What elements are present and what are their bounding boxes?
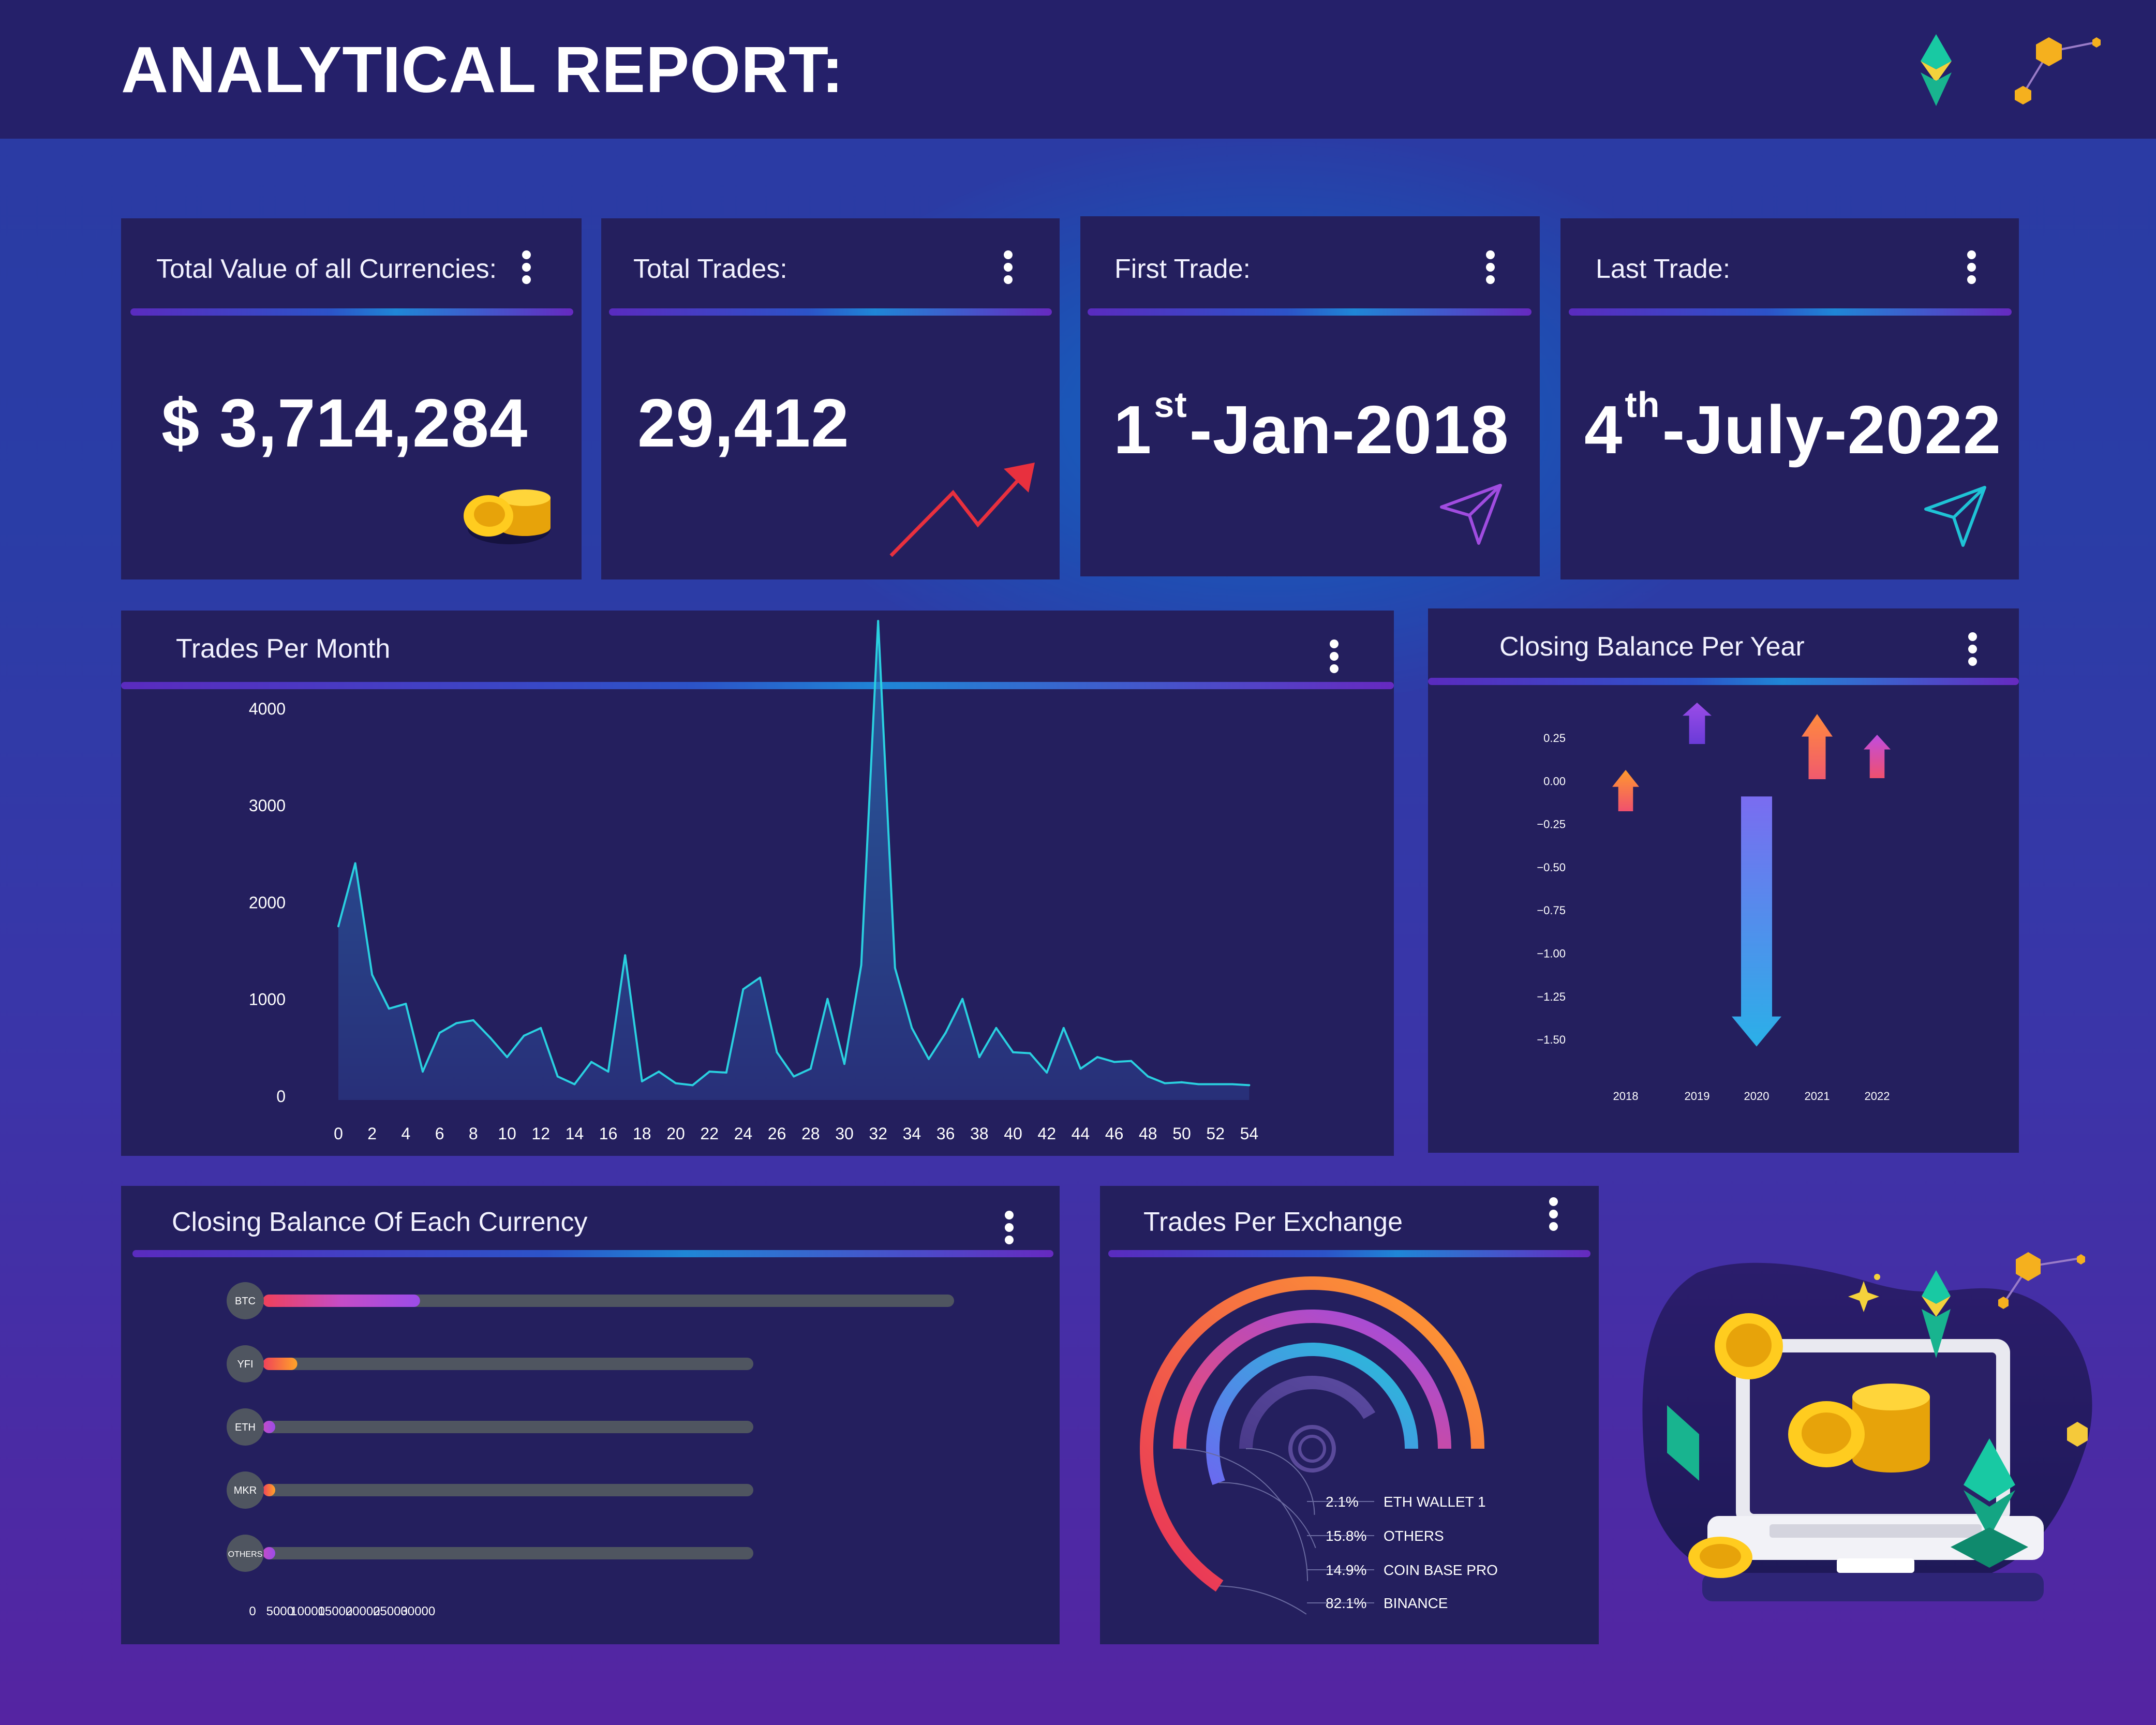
crypto-laptop-illustration <box>1642 1252 2092 1601</box>
